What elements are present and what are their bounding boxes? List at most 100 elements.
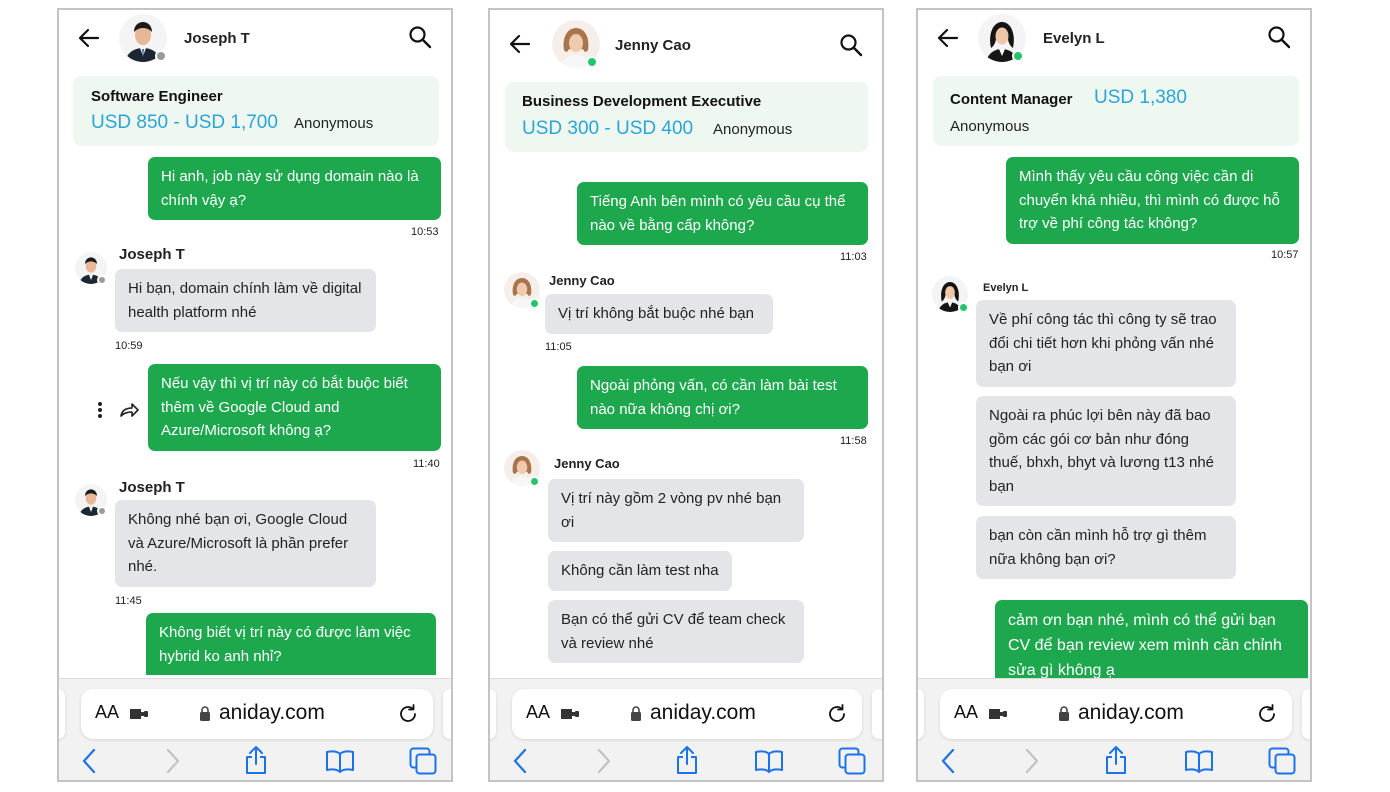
browser-bar: AA aniday.com [918,678,1310,780]
tabs-icon[interactable] [1268,747,1296,775]
extension-icon[interactable] [988,706,1008,722]
book-icon[interactable] [1184,749,1214,773]
message-time: 11:58 [840,435,867,447]
next-tab-peek[interactable] [872,689,882,739]
text-size-button[interactable]: AA [526,702,550,723]
reload-icon[interactable] [1256,703,1278,725]
chevron-left-icon[interactable] [512,747,528,775]
lock-icon [631,706,641,721]
arrow-left-icon[interactable] [75,24,103,52]
presence-offline-indicator [97,506,107,516]
more-options-icon[interactable] [97,401,103,419]
browser-bar: AA aniday.com [59,678,451,780]
arrow-left-icon[interactable] [506,30,534,58]
chevron-right-icon[interactable] [1024,747,1040,775]
address-bar[interactable]: AA aniday.com [81,689,433,739]
tabs-icon[interactable] [838,747,866,775]
chevron-left-icon[interactable] [81,747,97,775]
lock-icon [1059,706,1069,721]
job-title: Software Engineer [91,88,223,105]
message-time: 11:40 [413,458,440,470]
message-incoming[interactable]: Ngoài ra phúc lợi bên này đã bao gồm các… [976,396,1236,506]
search-icon[interactable] [838,32,864,58]
text-size-button[interactable]: AA [954,702,978,723]
sender-name: Evelyn L [983,282,1029,294]
lock-icon [200,706,210,721]
chevron-right-icon[interactable] [165,747,181,775]
url-text[interactable]: aniday.com [219,701,325,725]
chevron-left-icon[interactable] [940,747,956,775]
previous-tab-peek[interactable] [918,689,924,739]
forward-arrow-icon[interactable] [119,402,139,418]
contact-name: Joseph T [184,30,250,47]
presence-online-indicator [1012,50,1024,62]
job-card[interactable]: Content Manager USD 1,380 Anonymous [933,76,1299,146]
share-icon[interactable] [1104,745,1128,775]
search-icon[interactable] [407,24,433,50]
message-outgoing[interactable]: Ngoài phỏng vấn, có cần làm bài test nào… [577,366,868,429]
message-incoming[interactable]: Không nhé bạn ơi, Google Cloud và Azure/… [115,500,376,587]
presence-online-indicator [529,476,540,487]
sender-name: Jenny Cao [549,273,615,288]
message-time: 10:53 [411,226,439,238]
message-outgoing[interactable]: cảm ơn bạn nhé, mình có thể gửi bạn CV đ… [995,600,1308,678]
message-outgoing[interactable]: Nếu vậy thì vị trí này có bắt buộc biết … [148,364,441,451]
contact-name: Jenny Cao [615,37,691,54]
visibility-label: Anonymous [294,115,374,132]
reload-icon[interactable] [826,703,848,725]
message-outgoing[interactable]: Mình thấy yêu cầu công việc cần di chuyể… [1006,157,1299,244]
presence-online-indicator [529,298,540,309]
sender-name: Joseph T [119,246,185,263]
share-icon[interactable] [244,745,268,775]
visibility-label: Anonymous [713,121,793,138]
presence-offline-indicator [155,50,167,62]
job-title: Content Manager [950,91,1073,108]
job-title: Business Development Executive [522,93,762,110]
search-icon[interactable] [1266,24,1292,50]
extension-icon[interactable] [129,706,149,722]
next-tab-peek[interactable] [1302,689,1310,739]
message-incoming[interactable]: Vị trí này gồm 2 vòng pv nhé bạn ơi [548,479,804,542]
message-time: 10:57 [1271,249,1299,261]
address-bar[interactable]: AA aniday.com [940,689,1292,739]
tabs-icon[interactable] [409,747,437,775]
message-incoming[interactable]: bạn còn cần mình hỗ trợ gì thêm nữa khôn… [976,516,1236,579]
book-icon[interactable] [754,749,784,773]
text-size-button[interactable]: AA [95,702,119,723]
book-icon[interactable] [325,749,355,773]
chat-panel-joseph: Joseph T Software Engineer USD 850 - USD… [57,8,453,782]
extension-icon[interactable] [560,706,580,722]
message-time: 11:03 [840,251,867,263]
url-text[interactable]: aniday.com [650,701,756,725]
reload-icon[interactable] [397,703,419,725]
chat-panel-jenny: Jenny Cao Business Development Executive… [488,8,884,782]
share-icon[interactable] [675,745,699,775]
chevron-right-icon[interactable] [596,747,612,775]
message-outgoing[interactable]: Tiếng Anh bên mình có yêu cầu cụ thể nào… [577,182,868,245]
message-time: 11:05 [545,341,572,353]
next-tab-peek[interactable] [443,689,451,739]
address-bar[interactable]: AA aniday.com [512,689,862,739]
arrow-left-icon[interactable] [934,24,962,52]
salary-range: USD 1,380 [1094,87,1187,108]
browser-bar: AA aniday.com [490,678,882,780]
message-incoming[interactable]: Bạn có thể gửi CV để team check và revie… [548,600,804,663]
presence-online-indicator [586,56,598,68]
message-incoming[interactable]: Về phí công tác thì công ty sẽ trao đổi … [976,300,1236,387]
message-outgoing[interactable]: Hi anh, job này sử dụng domain nào là ch… [148,157,441,220]
url-text[interactable]: aniday.com [1078,701,1184,725]
visibility-label: Anonymous [950,118,1030,135]
previous-tab-peek[interactable] [490,689,496,739]
chat-panel-evelyn: Evelyn L Content Manager USD 1,380 Anony… [916,8,1312,782]
contact-name: Evelyn L [1043,30,1105,47]
job-card[interactable]: Business Development Executive USD 300 -… [505,82,868,152]
message-outgoing[interactable]: Không biết vị trí này có được làm việc h… [146,613,436,675]
sender-name: Jenny Cao [554,456,620,471]
salary-range: USD 850 - USD 1,700 [91,112,278,133]
job-card[interactable]: Software Engineer USD 850 - USD 1,700 An… [73,76,439,146]
previous-tab-peek[interactable] [59,689,65,739]
message-incoming[interactable]: Hi bạn, domain chính làm về digital heal… [115,269,376,332]
message-incoming[interactable]: Không cần làm test nha [548,551,732,591]
message-incoming[interactable]: Vị trí không bắt buộc nhé bạn [545,294,773,334]
presence-online-indicator [958,302,969,313]
